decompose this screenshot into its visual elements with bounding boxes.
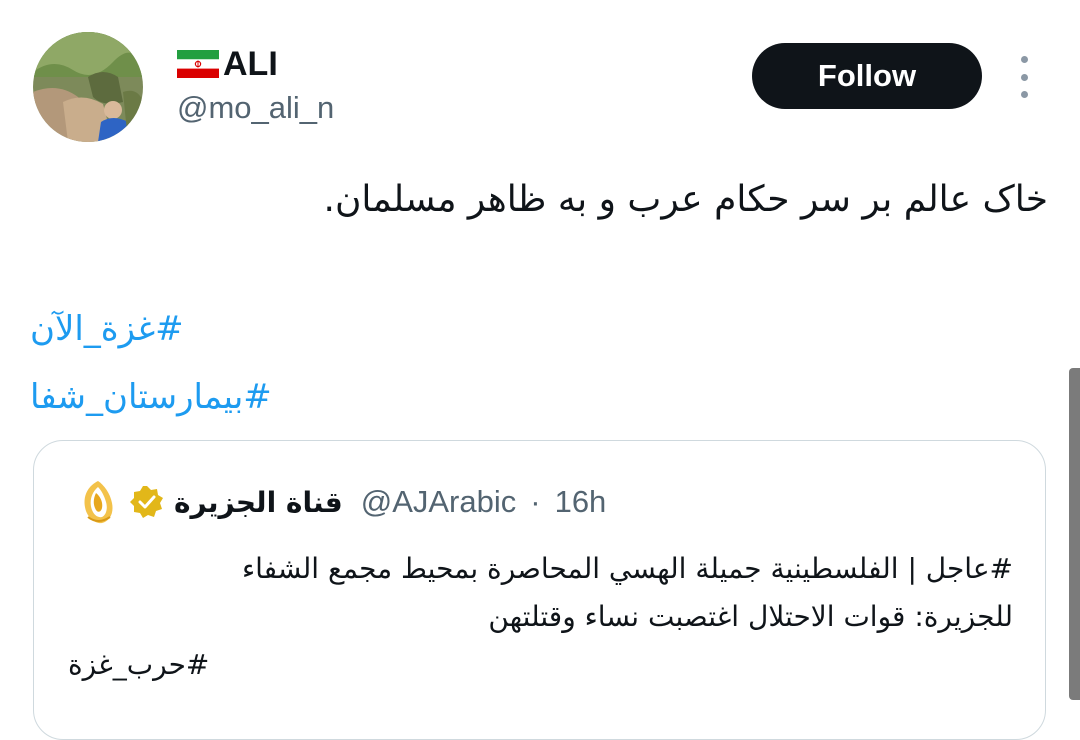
quoted-tweet-header: قناة الجزيرة @AJArabic · 16h	[76, 477, 606, 527]
more-vertical-icon[interactable]	[1012, 56, 1036, 98]
follow-button[interactable]: Follow	[752, 43, 982, 109]
quoted-text-line: #عاجل | الفلسطينية جميلة الهسي المحاصرة …	[241, 552, 1013, 585]
more-dot	[1020, 73, 1028, 81]
author-handle[interactable]: @mo_ali_n	[177, 90, 334, 126]
tweet-text: خاک عالم بر سر حکام عرب و به ظاهر مسلمان…	[323, 179, 1049, 220]
quoted-hashtag: #حرب_غزة	[68, 648, 210, 681]
quoted-author-name: قناة الجزيرة	[174, 485, 343, 519]
scrollbar-thumb[interactable]	[1069, 368, 1080, 700]
verified-gold-badge-icon	[130, 486, 163, 518]
quoted-text-line: للجزيرة: قوات الاحتلال اغتصبت نساء وقتلت…	[488, 600, 1013, 633]
avatar-photo	[33, 32, 143, 142]
aljazeera-logo	[84, 481, 113, 524]
quoted-author-handle: @AJArabic	[360, 484, 517, 519]
avatar[interactable]	[33, 32, 143, 142]
author-display-name: ALI	[223, 45, 278, 83]
more-dot	[1020, 56, 1028, 63]
iran-flag-icon	[177, 50, 219, 78]
author-name-row[interactable]: ALI	[177, 44, 278, 84]
quoted-tweet-card[interactable]: قناة الجزيرة @AJArabic · 16h #عاجل | الف…	[33, 440, 1046, 740]
hashtag-link[interactable]: #غزة_الآن	[30, 304, 630, 354]
quoted-timestamp: 16h	[554, 484, 607, 519]
meta-separator: ·	[530, 484, 541, 519]
hashtag-link[interactable]: #بیمارستان_شفا	[30, 372, 630, 422]
more-dot	[1020, 91, 1028, 98]
